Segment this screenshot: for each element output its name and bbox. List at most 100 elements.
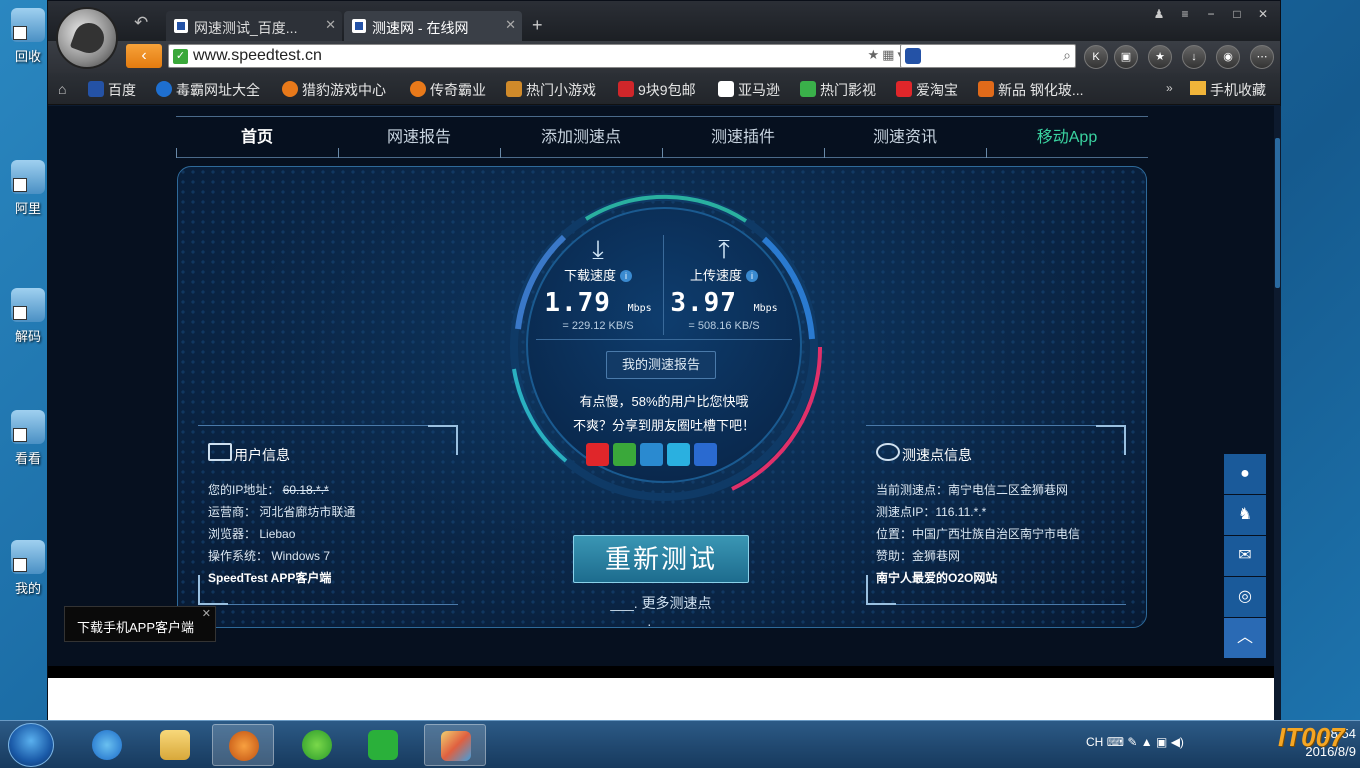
weibo-icon[interactable] (586, 443, 609, 466)
close-icon[interactable]: ✕ (505, 17, 516, 33)
nav-mobile-app[interactable]: 移动App (986, 117, 1148, 158)
pen-icon[interactable]: ✎ (1127, 735, 1137, 749)
app-client-link[interactable]: SpeedTest APP客户端 (208, 569, 331, 586)
download-app-popup[interactable]: 下载手机APP客户端 ✕ (64, 606, 216, 642)
taskbar-360-browser[interactable] (286, 724, 348, 766)
window-controls: ♟ ≡ − □ ✕ (1146, 5, 1276, 23)
liebao-logo[interactable] (56, 7, 118, 69)
url-input[interactable]: ✓ www.speedtest.cn ★▦▾ (168, 44, 912, 68)
bookmark[interactable]: 9块9包邮 (618, 80, 696, 100)
close-icon[interactable]: ✕ (202, 607, 211, 620)
taskbar-iqiyi[interactable] (352, 724, 414, 766)
keyboard-icon[interactable]: ⌨ (1107, 735, 1124, 749)
scrollbar-thumb[interactable] (1275, 138, 1280, 288)
minimize-button[interactable]: − (1198, 5, 1224, 23)
wechat-icon[interactable] (613, 443, 636, 466)
nav-speed-report[interactable]: 网速报告 (338, 117, 500, 158)
nav-home[interactable]: 首页 (176, 117, 338, 158)
skin-icon[interactable]: ♟ (1146, 5, 1172, 23)
more-nodes-link[interactable]: ___. 更多测速点 .___ (596, 593, 726, 627)
tray-expand-icon[interactable]: ▲ (1141, 735, 1153, 749)
qzone-icon[interactable] (640, 443, 663, 466)
home-icon[interactable]: ⌂ (58, 81, 66, 97)
ie-icon (92, 730, 122, 760)
undo-close-tab-icon[interactable]: ↶ (134, 13, 148, 33)
kingsoft-icon[interactable]: K (1084, 45, 1108, 69)
bookmark[interactable]: 百度 (88, 80, 136, 100)
scrollbar[interactable] (1274, 106, 1281, 721)
bookmark[interactable]: 热门小游戏 (506, 80, 596, 100)
info-icon[interactable]: i (620, 270, 632, 282)
nav-news[interactable]: 测速资讯 (824, 117, 986, 158)
tab-baidu[interactable]: 网速测试_百度... ✕ (166, 11, 342, 41)
back-button[interactable]: ‹ (126, 44, 162, 68)
bookmark[interactable]: 新品 钢化玻... (978, 80, 1084, 100)
game-icon[interactable]: ◉ (1216, 45, 1240, 69)
desktop-icon-aliwangwang[interactable]: 阿里 (8, 160, 48, 217)
my-report-button[interactable]: 我的测速报告 (606, 351, 716, 379)
lock-icon[interactable]: ▣ (1114, 45, 1138, 69)
qq-icon[interactable]: ● (1224, 454, 1266, 494)
back-to-top-button[interactable]: ︿ (1224, 618, 1266, 658)
close-window-button[interactable]: ✕ (1250, 5, 1276, 23)
desktop-icon-recycle-bin[interactable]: 回收 (8, 8, 48, 65)
search-input[interactable]: ⌕ (900, 44, 1076, 68)
favorites-icon[interactable]: ★ (1148, 45, 1172, 69)
isp-line: 运营商： 河北省廊坊市联通 (208, 505, 356, 519)
bookmark[interactable]: 毒霸网址大全 (156, 80, 260, 100)
panel-corner (428, 425, 458, 455)
search-icon[interactable]: ⌕ (1063, 47, 1071, 64)
bookmark[interactable]: 传奇霸业 (410, 80, 486, 100)
panel-border (228, 604, 458, 605)
it007-watermark: IT007 (1278, 722, 1345, 752)
more-icon[interactable]: ⋯ (1250, 45, 1274, 69)
retest-button[interactable]: 重新测试 (573, 535, 749, 583)
url-text: www.speedtest.cn (193, 47, 322, 64)
video-icon (800, 81, 816, 97)
tencent-weibo-icon[interactable] (667, 443, 690, 466)
maximize-button[interactable]: □ (1224, 5, 1250, 23)
new-tab-button[interactable]: + (532, 15, 543, 36)
bookmark[interactable]: 爱淘宝 (896, 80, 958, 100)
sponsor-slogan[interactable]: 南宁人最爱的O2O网站 (876, 569, 997, 586)
close-icon[interactable]: ✕ (325, 17, 336, 33)
weibo-icon[interactable]: ◎ (1224, 577, 1266, 617)
desktop-icon-my-computer[interactable]: 我的 (8, 540, 48, 597)
bookmark[interactable]: 热门影视 (800, 80, 876, 100)
download-kbs: = 229.12 KB/S (562, 320, 634, 332)
mini-game-icon (506, 81, 522, 97)
start-button[interactable] (8, 723, 54, 767)
wechat-icon[interactable]: ✉ (1224, 536, 1266, 576)
nav-plugin[interactable]: 测速插件 (662, 117, 824, 158)
network-icon[interactable]: ▣ (1156, 735, 1167, 749)
taskbar-ie[interactable] (76, 724, 138, 766)
menu-icon[interactable]: ≡ (1172, 5, 1198, 23)
more-share-icon[interactable] (694, 443, 717, 466)
tab-speedtest[interactable]: 测速网 - 在线网 ✕ (344, 11, 522, 41)
bookmark-label: 亚马逊 (738, 82, 780, 98)
desktop-icon-kankan[interactable]: 看看 (8, 410, 48, 467)
taobao-icon (896, 81, 912, 97)
download-icon[interactable]: ↓ (1182, 45, 1206, 69)
taskbar-explorer[interactable] (144, 724, 206, 766)
mobile-bookmarks[interactable]: 手机收藏 (1190, 80, 1266, 100)
taskbar-paint[interactable] (424, 724, 486, 766)
volume-icon[interactable]: ◀) (1171, 735, 1184, 749)
desktop-icon-decoder[interactable]: 解码 (8, 288, 48, 345)
id-card-icon (208, 443, 232, 461)
info-icon[interactable]: i (746, 270, 758, 282)
bookmark[interactable]: 亚马逊 (718, 80, 780, 100)
nav-add-node[interactable]: 添加测速点 (500, 117, 662, 158)
desktop-icon-label: 回收 (14, 49, 41, 64)
user-group-icon[interactable]: ♞ (1224, 495, 1266, 535)
liebao-game-icon (282, 81, 298, 97)
bookmark[interactable]: 猎豹游戏中心 (282, 80, 386, 100)
tab-title: 网速测试_百度... (194, 20, 298, 36)
node-location-line: 位置：中国广西壮族自治区南宁市电信 (876, 527, 1081, 541)
baidu-search-engine-icon[interactable] (905, 48, 921, 64)
taskbar-liebao[interactable] (212, 724, 274, 766)
language-indicator[interactable]: CH (1086, 735, 1103, 749)
share-prompt-text: 不爽？分享到朋友圈吐槽下吧！ (572, 418, 755, 433)
bookmarks-overflow-icon[interactable]: » (1166, 81, 1173, 95)
download-value: 1.79 Mbps (544, 288, 652, 318)
